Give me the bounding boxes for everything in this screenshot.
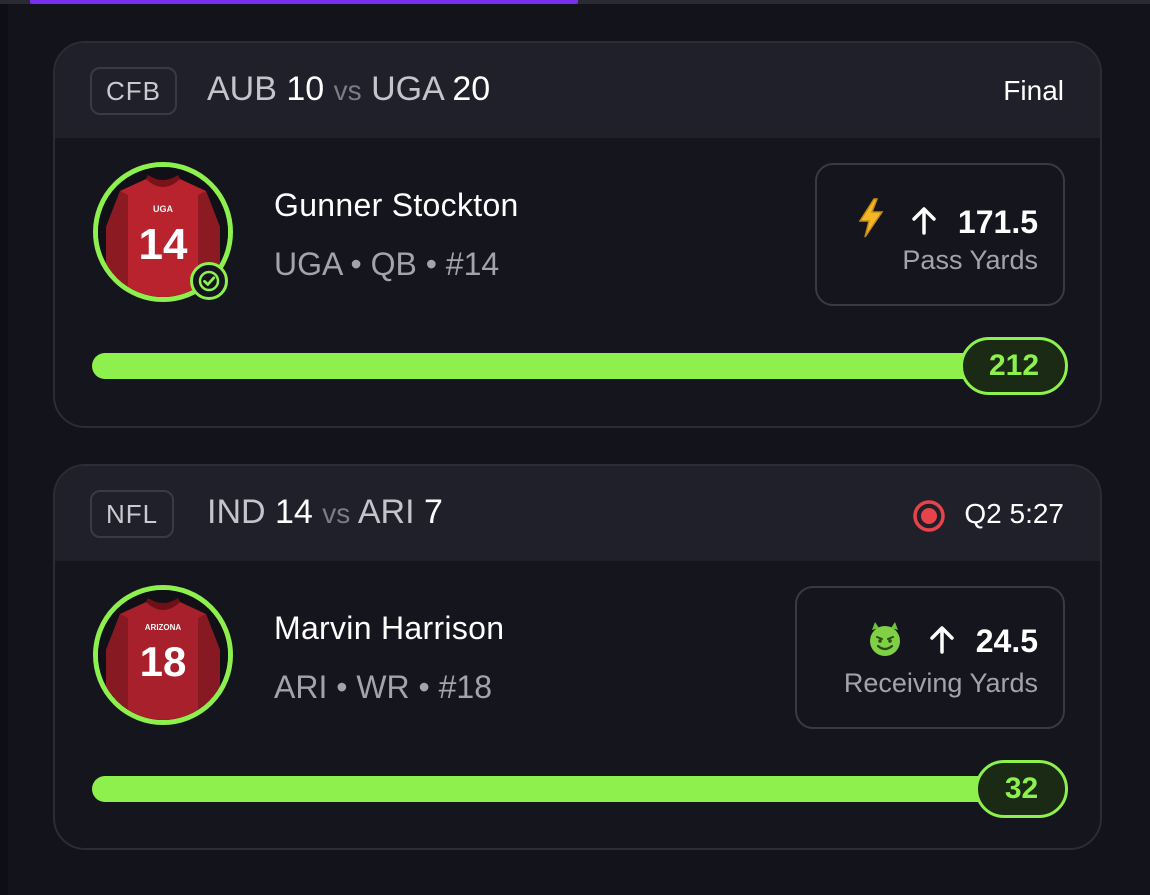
matchup: AUB 10 vs UGA 20 bbox=[207, 69, 490, 111]
home-team: ARI bbox=[357, 493, 415, 531]
league-badge: CFB bbox=[90, 67, 177, 115]
away-score: 10 bbox=[286, 70, 325, 108]
player-avatar[interactable]: ARIZONA 18 bbox=[93, 585, 233, 725]
game-clock: Q2 5:27 bbox=[964, 498, 1064, 529]
player-name: Gunner Stockton bbox=[274, 187, 519, 223]
away-team: IND bbox=[207, 493, 266, 531]
player-meta: UGA • QB • #14 bbox=[274, 246, 500, 282]
home-score: 7 bbox=[424, 493, 443, 531]
vs-label: vs bbox=[322, 498, 351, 529]
jersey-icon: ARIZONA 18 bbox=[98, 590, 228, 720]
pick-card[interactable]: NFL IND 14 vs ARI 7 Q2 5:27 ARIZONA 18 M… bbox=[53, 464, 1102, 850]
pick-card[interactable]: CFB AUB 10 vs UGA 20 Final UGA 14 Gunner… bbox=[53, 41, 1102, 428]
left-edge bbox=[0, 0, 8, 895]
stat-label: Receiving Yards bbox=[843, 668, 1038, 698]
away-team: AUB bbox=[207, 70, 277, 108]
game-header: NFL IND 14 vs ARI 7 Q2 5:27 bbox=[55, 466, 1100, 561]
line-value: 24.5 bbox=[975, 623, 1038, 659]
home-team: UGA bbox=[371, 70, 443, 108]
game-status: Final bbox=[1003, 75, 1064, 106]
game-header: CFB AUB 10 vs UGA 20 Final bbox=[55, 43, 1100, 138]
away-score: 14 bbox=[275, 493, 313, 531]
projection-line: 24.5 bbox=[866, 620, 1038, 666]
home-score: 20 bbox=[452, 70, 491, 108]
arrow-up-icon bbox=[909, 205, 939, 245]
game-status: Q2 5:27 bbox=[912, 496, 1064, 533]
actual-value-pill: 32 bbox=[975, 760, 1068, 818]
progress-bar bbox=[92, 776, 1012, 802]
live-icon bbox=[912, 499, 946, 533]
projection-box[interactable]: 171.5 Pass Yards bbox=[815, 163, 1065, 306]
jersey-text: ARIZONA bbox=[145, 623, 182, 632]
lightning-bolt-icon bbox=[856, 197, 886, 247]
line-value: 171.5 bbox=[957, 204, 1038, 240]
vs-label: vs bbox=[333, 75, 362, 106]
projection-box[interactable]: 24.5 Receiving Yards bbox=[795, 586, 1065, 729]
stat-label: Pass Yards bbox=[902, 245, 1038, 275]
devil-face-icon bbox=[866, 620, 904, 666]
league-badge: NFL bbox=[90, 490, 175, 538]
arrow-up-icon bbox=[927, 624, 957, 664]
progress-bar bbox=[92, 353, 997, 379]
jersey-text: UGA bbox=[153, 204, 174, 214]
jersey-number: 18 bbox=[140, 638, 187, 685]
player-name: Marvin Harrison bbox=[274, 610, 505, 646]
player-meta: ARI • WR • #18 bbox=[274, 669, 493, 705]
projection-line: 171.5 bbox=[856, 197, 1038, 247]
actual-value-pill: 212 bbox=[960, 337, 1068, 395]
matchup: IND 14 vs ARI 7 bbox=[207, 492, 443, 534]
active-tab-indicator bbox=[30, 0, 578, 4]
check-icon bbox=[190, 262, 228, 300]
jersey-number: 14 bbox=[139, 220, 188, 269]
